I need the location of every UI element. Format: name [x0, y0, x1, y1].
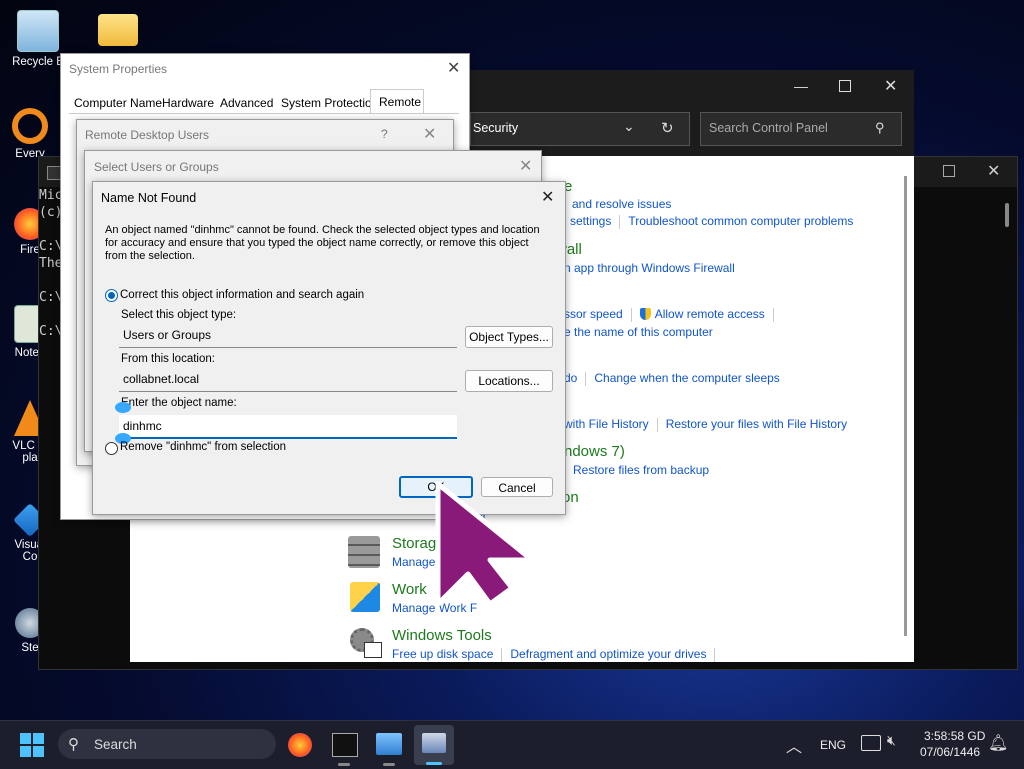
desktop-icon-recycle-bin[interactable]: Recycle B: [8, 10, 68, 68]
recycle-bin-icon: [17, 10, 59, 52]
cp-link-settings[interactable]: l settings Troubleshoot common computer p…: [564, 214, 853, 229]
cp-link-troubleshoot[interactable]: Troubleshoot common computer problems: [628, 214, 853, 228]
location-field: collabnet.local: [119, 369, 457, 392]
windows-logo-icon: [20, 733, 44, 757]
cp-link-storage-manage[interactable]: Manage: [392, 555, 435, 569]
clock-time[interactable]: 3:58:58 GD: [924, 729, 985, 743]
select-users-title: Select Users or Groups: [94, 160, 219, 174]
cp-link-file-history[interactable]: with File History Restore your files with…: [564, 417, 847, 432]
mouse-cursor-icon: [435, 481, 535, 607]
taskbar-control-panel-indicator: [383, 763, 395, 766]
desktop-icon-label: Recycle B: [12, 56, 64, 68]
shield-icon: [639, 308, 651, 320]
cp-link-computer-name[interactable]: e the name of this computer: [564, 325, 713, 339]
work-folders-icon: [350, 582, 380, 612]
name-not-found-close-button[interactable]: ✕: [541, 187, 554, 207]
notification-bell-icon[interactable]: 🔔︎: [988, 733, 1008, 753]
object-type-label: Select this object type:: [121, 309, 237, 321]
breadcrumb: Security: [473, 121, 519, 135]
search-icon: ⚲: [875, 120, 885, 135]
system-properties-title: System Properties: [69, 62, 168, 76]
name-not-found-dialog: Name Not Found ✕ An object named "dinhmc…: [92, 181, 566, 515]
chevron-up-icon[interactable]: ︿: [786, 733, 802, 757]
folder-icon: [98, 14, 138, 46]
locations-button[interactable]: Locations...: [465, 370, 553, 392]
control-panel-scrollbar[interactable]: [904, 176, 907, 636]
cp-link-sleep[interactable]: Change when the computer sleeps: [594, 371, 779, 385]
tab-computer-name[interactable]: Computer Name: [74, 96, 162, 110]
storage-icon: [348, 536, 380, 568]
refresh-icon[interactable]: ↻: [661, 119, 674, 137]
cp-link-firewall-app[interactable]: n app through Windows Firewall: [564, 261, 735, 275]
object-type-field: Users or Groups: [119, 325, 457, 348]
minimize-button[interactable]: —: [794, 78, 808, 94]
system-properties-close-button[interactable]: ✕: [447, 58, 460, 78]
start-button[interactable]: [20, 733, 44, 757]
search-control-panel-input[interactable]: Search Control Panel ⚲: [700, 112, 902, 146]
cp-link-resolve-issues[interactable]: and resolve issues: [572, 197, 671, 211]
object-types-button[interactable]: Object Types...: [465, 326, 553, 348]
network-icon[interactable]: [861, 735, 881, 751]
radio-correct-label[interactable]: Correct this object information and sear…: [120, 289, 364, 301]
cp-link-power[interactable]: do Change when the computer sleeps: [564, 371, 780, 386]
cp-heading-work-folders[interactable]: Work: [392, 581, 427, 598]
taskbar-terminal-indicator: [338, 763, 350, 766]
radio-remove[interactable]: [105, 442, 118, 455]
desktop-icon-everything[interactable]: Every: [0, 108, 60, 160]
location-label: From this location:: [121, 353, 215, 365]
language-indicator[interactable]: ENG: [820, 738, 846, 752]
tab-hardware[interactable]: Hardware: [162, 96, 214, 110]
everything-icon: [12, 108, 48, 144]
radio-remove-label[interactable]: Remove "dinhmc" from selection: [120, 441, 286, 453]
taskbar-terminal-icon[interactable]: [332, 733, 358, 757]
object-name-label: Enter the object name:: [121, 397, 237, 409]
text-cursor-handle-top[interactable]: [115, 402, 131, 413]
chevron-down-icon[interactable]: ⌄: [623, 118, 635, 135]
terminal-maximize-button[interactable]: [943, 165, 955, 177]
volume-muted-icon[interactable]: 🔇︎: [887, 732, 896, 749]
object-name-input[interactable]: dinhmc: [119, 415, 457, 439]
taskbar-active-indicator: [426, 762, 442, 765]
desktop-icon-folder[interactable]: [88, 10, 148, 50]
system-properties-icon: [422, 733, 446, 753]
terminal-scrollbar[interactable]: [1005, 203, 1009, 227]
clock-date[interactable]: 07/06/1446: [920, 745, 980, 759]
cp-link-restore-file-history[interactable]: Restore your files with File History: [666, 417, 847, 431]
windows-tools-icon: [350, 628, 382, 658]
search-icon: ⚲: [68, 736, 79, 753]
taskbar-firefox-icon[interactable]: [288, 733, 312, 757]
cp-link-defragment[interactable]: Defragment and optimize your drives: [510, 647, 706, 661]
cp-link-restore-backup[interactable]: Restore files from backup: [564, 463, 709, 478]
cp-heading-backup[interactable]: ndows 7): [564, 443, 625, 460]
taskbar-system-properties-button[interactable]: [414, 725, 454, 765]
maximize-button[interactable]: [839, 80, 851, 92]
taskbar-search-box[interactable]: ⚲ Search: [58, 729, 276, 759]
address-bar[interactable]: Security ⌄ ↻: [470, 112, 690, 146]
close-button[interactable]: ✕: [884, 76, 897, 96]
tab-remote[interactable]: Remote: [370, 89, 424, 114]
select-users-close-button[interactable]: ✕: [519, 156, 532, 176]
cp-link-free-disk-space[interactable]: Free up disk space: [392, 647, 493, 661]
terminal-close-button[interactable]: ✕: [987, 161, 1000, 181]
name-not-found-title: Name Not Found: [101, 191, 197, 205]
error-message: An object named "dinhmc" cannot be found…: [105, 224, 540, 262]
help-button[interactable]: ?: [381, 127, 388, 141]
cp-link-windows-tools[interactable]: Free up disk space Defragment and optimiz…: [392, 647, 723, 662]
tab-system-protection[interactable]: System Protection: [281, 96, 378, 110]
cp-link-processor-speed[interactable]: ssor speed Allow remote access: [564, 307, 782, 322]
radio-correct[interactable]: [105, 289, 118, 302]
taskbar: ⚲ Search ︿ ENG 🔇︎ 3:58:58 GD 07/06/1446 …: [0, 720, 1024, 769]
cp-heading-windows-tools[interactable]: Windows Tools: [392, 627, 492, 644]
remote-desktop-users-close-button[interactable]: ✕: [423, 124, 436, 144]
tab-advanced[interactable]: Advanced: [220, 96, 273, 110]
taskbar-control-panel-icon[interactable]: [376, 733, 402, 755]
cp-link-allow-remote-access[interactable]: Allow remote access: [655, 307, 765, 321]
remote-desktop-users-title: Remote Desktop Users: [85, 128, 210, 142]
